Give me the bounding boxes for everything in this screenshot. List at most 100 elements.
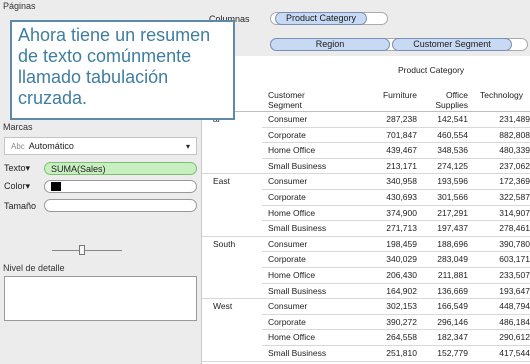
table-row: Home Office 439,467 348,536 480,339: [202, 143, 530, 158]
segment-cell: Corporate: [268, 129, 306, 140]
value-cell: 166,549: [437, 301, 468, 312]
region-cell: South: [213, 238, 236, 249]
header-divider: [202, 111, 530, 112]
column-header-line2: Technology: [480, 90, 524, 100]
table-row: Home Office 264,558 182,347 290,612: [202, 330, 530, 345]
product-category-header: Product Category: [398, 65, 465, 75]
value-cell: 233,507: [499, 270, 530, 280]
instruction-callout: Ahora tiene un resumen de texto comúnmen…: [10, 20, 235, 120]
value-cell: 448,794: [499, 301, 530, 312]
marks-card: Marcas: [3, 122, 198, 134]
region-cell: East: [213, 176, 231, 187]
value-cell: 136,669: [437, 285, 468, 296]
table-row: Small Business 164,902 136,669 193,647: [202, 284, 530, 299]
table-row: South Consumer 198,459 188,696 390,780: [202, 237, 530, 252]
segment-cell: Consumer: [268, 176, 308, 187]
segment-cell: Small Business: [268, 285, 327, 296]
table-row: Corporate 701,847 460,554 882,808: [202, 128, 530, 143]
segment-header: Customer Segment: [268, 90, 305, 110]
segment-cell: Home Office: [268, 270, 316, 280]
value-cell: 274,125: [437, 160, 468, 171]
detail-drop-area[interactable]: [4, 276, 197, 321]
color-field[interactable]: [44, 180, 197, 193]
table-row: West Consumer 302,153 166,549 448,794: [202, 299, 530, 314]
region-cell: West: [213, 301, 233, 312]
pages-label: Páginas: [3, 1, 36, 11]
region-pill[interactable]: Region: [270, 38, 390, 51]
product-category-pill[interactable]: Product Category: [275, 12, 367, 25]
pages-card: Páginas: [3, 1, 198, 13]
value-cell: 480,339: [499, 145, 530, 156]
size-shelf-label[interactable]: Tamaño: [4, 201, 44, 211]
value-cell: 231,489: [499, 114, 530, 124]
segment-cell: Home Office: [268, 207, 316, 218]
customer-segment-pill[interactable]: Customer Segment: [392, 38, 512, 51]
table-row: Small Business 213,171 274,125 237,062: [202, 159, 530, 174]
value-cell: 283,049: [437, 254, 468, 265]
segment-cell: Corporate: [268, 316, 306, 327]
value-cell: 390,780: [499, 238, 530, 249]
value-cell: 172,369: [499, 176, 530, 187]
value-cell: 486,184: [499, 316, 530, 327]
column-header-office-supplies: Office Supplies: [408, 90, 468, 110]
mark-type-dropdown[interactable]: Abc Automático ▾: [4, 137, 197, 155]
value-cell: 197,437: [437, 223, 468, 234]
value-cell: 348,536: [437, 145, 468, 156]
color-shelf-label[interactable]: Color▾: [4, 181, 44, 192]
value-cell: 301,566: [437, 192, 468, 202]
table-row: alConsumer287,238142,541231,489: [202, 112, 530, 127]
mark-type-value: Automático: [28, 141, 74, 151]
value-cell: 296,146: [437, 316, 468, 327]
table-row: Corporate 390,272 296,146 486,184: [202, 315, 530, 330]
value-cell: 152,779: [437, 348, 468, 358]
value-cell: 188,696: [437, 238, 468, 249]
segment-cell: Home Office: [268, 332, 316, 343]
size-slider[interactable]: [52, 244, 122, 256]
value-cell: 142,541: [437, 114, 468, 124]
slider-track: [52, 250, 122, 251]
table-row: Home Office 206,430 211,881 233,507: [202, 268, 530, 283]
detail-label: Nivel de detalle: [3, 263, 65, 273]
segment-cell: Small Business: [268, 348, 327, 358]
segment-cell: Small Business: [268, 223, 327, 234]
text-shelf-label[interactable]: Texto▾: [4, 163, 44, 174]
color-shelf: Color▾: [4, 179, 197, 194]
value-cell: 290,612: [499, 332, 530, 343]
segment-cell: Corporate: [268, 192, 306, 202]
column-header-line2: Supplies: [435, 100, 468, 110]
slider-thumb[interactable]: [79, 245, 85, 255]
value-cell: 882,808: [499, 129, 530, 140]
value-cell: 603,171: [499, 254, 530, 265]
segment-header-line2: Segment: [268, 100, 303, 110]
size-field[interactable]: [44, 199, 197, 212]
size-shelf: Tamaño: [4, 198, 197, 213]
value-cell: 278,461: [499, 223, 530, 234]
column-header-line1: Office: [445, 90, 468, 100]
text-shelf: Texto▾ SUMA(Sales): [4, 161, 197, 176]
value-cell: 217,291: [437, 207, 468, 218]
color-swatch: [51, 182, 61, 191]
value-cell: 211,881: [437, 270, 468, 280]
value-cell: 182,347: [437, 332, 468, 343]
sum-sales-pill[interactable]: SUMA(Sales): [44, 162, 197, 175]
table-row: Home Office 374,900 217,291 314,907: [202, 206, 530, 221]
detail-card: Nivel de detalle: [3, 263, 198, 275]
value-cell: 237,062: [499, 160, 530, 171]
segment-cell: Consumer: [268, 114, 308, 124]
segment-cell: Small Business: [268, 160, 327, 171]
chevron-down-icon: ▾: [185, 141, 190, 151]
value-cell: 314,907: [499, 207, 530, 218]
text-mark-icon: Abc: [11, 141, 25, 151]
value-cell: 193,647: [499, 285, 530, 296]
table-row: Small Business 251,810 152,779 417,544: [202, 346, 530, 361]
column-header-technology: Technology: [462, 90, 529, 100]
crosstab-view: Product Category on Customer Segment Fur…: [202, 56, 530, 364]
segment-header-line1: Customer: [268, 90, 305, 100]
segment-cell: Home Office: [268, 145, 316, 156]
table-row: Corporate 340,029 283,049 603,171: [202, 252, 530, 267]
table-row: Small Business 271,713 197,437 278,461: [202, 221, 530, 236]
marks-label: Marcas: [3, 122, 33, 132]
table-row: Corporate 430,693 301,566 322,587: [202, 190, 530, 205]
value-cell: 322,587: [499, 192, 530, 202]
value-cell: 193,596: [437, 176, 468, 187]
